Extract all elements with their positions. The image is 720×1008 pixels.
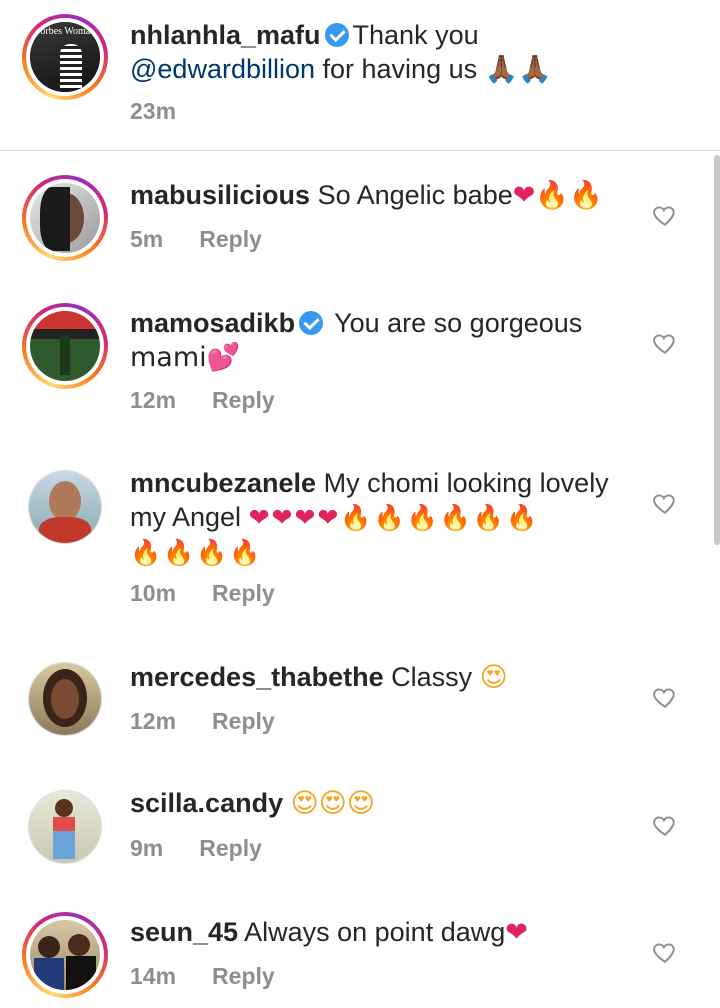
comment-text: My chomi looking lovely: [323, 468, 609, 498]
comment-text-line2: my Angel: [130, 502, 242, 532]
comment-meta: 12m Reply: [130, 708, 275, 735]
avatar[interactable]: [28, 662, 102, 736]
reply-button[interactable]: Reply: [212, 963, 275, 989]
comment: mabusilicious So Angelic babe❤🔥🔥: [130, 178, 630, 213]
divider: [0, 150, 720, 151]
heart-outline-icon[interactable]: [652, 939, 678, 965]
comment-emoji: ❤: [505, 917, 528, 948]
heart-outline-icon[interactable]: [652, 330, 678, 356]
caption-username[interactable]: nhlanhla_mafu: [130, 20, 321, 50]
verified-badge-icon: [324, 23, 349, 47]
comment: scilla.candy 😍😍😍: [130, 786, 630, 821]
timestamp: 12m: [130, 708, 177, 734]
mention-link[interactable]: @edwardbillion: [130, 54, 315, 84]
heart-outline-icon[interactable]: [652, 684, 678, 710]
caption-meta: 23m: [130, 98, 176, 125]
caption-body-rest: for having us 🙏🏾🙏🏾: [315, 54, 552, 84]
timestamp: 12m: [130, 387, 177, 413]
timestamp: 14m: [130, 963, 177, 989]
comment: mamosadikb You are so gorgeous mami💕: [130, 306, 630, 375]
heart-outline-icon[interactable]: [652, 202, 678, 228]
comment-meta: 14m Reply: [130, 963, 275, 990]
comment: mncubezanele My chomi looking lovely my …: [130, 466, 640, 570]
caption-avatar[interactable]: Forbes Woman: [22, 14, 108, 100]
comment-username[interactable]: mercedes_thabethe: [130, 662, 384, 692]
comment-username[interactable]: seun_45: [130, 917, 238, 947]
comment-emoji: ❤🔥🔥: [512, 180, 603, 211]
comment-meta: 9m Reply: [130, 835, 262, 862]
comment: mercedes_thabethe Classy 😍: [130, 660, 630, 695]
comment-username[interactable]: mabusilicious: [130, 180, 310, 210]
comment-username[interactable]: scilla.candy: [130, 788, 283, 818]
reply-button[interactable]: Reply: [212, 708, 275, 734]
timestamp: 9m: [130, 835, 164, 861]
comment: seun_45 Always on point dawg❤: [130, 915, 630, 950]
verified-badge-icon: [299, 311, 324, 335]
timestamp: 5m: [130, 226, 164, 252]
avatar[interactable]: [28, 470, 102, 544]
comment-text: So Angelic babe: [317, 180, 513, 210]
comment-username[interactable]: mncubezanele: [130, 468, 316, 498]
comment-meta: 10m Reply: [130, 580, 275, 607]
comment-text: You are so gorgeous: [334, 308, 583, 338]
heart-outline-icon[interactable]: [652, 812, 678, 838]
comment-emoji: ❤❤❤❤🔥🔥🔥🔥🔥🔥: [248, 503, 540, 532]
caption-body: Thank you: [352, 20, 479, 50]
timestamp: 10m: [130, 580, 177, 606]
comment-emoji: 😍😍😍: [290, 788, 376, 819]
comment-text: Always on point dawg: [244, 917, 506, 947]
comment-meta: 5m Reply: [130, 226, 262, 253]
avatar[interactable]: [22, 912, 108, 998]
reply-button[interactable]: Reply: [199, 226, 262, 252]
magazine-cover-text: Forbes Woman: [34, 26, 96, 37]
comment-meta: 12m Reply: [130, 387, 275, 414]
heart-outline-icon[interactable]: [652, 490, 678, 516]
comment-emoji-line3: 🔥🔥🔥🔥: [130, 538, 263, 567]
avatar[interactable]: [22, 303, 108, 389]
comment-text: Classy: [391, 662, 473, 692]
comment-username[interactable]: mamosadikb: [130, 308, 295, 338]
scrollbar[interactable]: [714, 155, 720, 545]
reply-button[interactable]: Reply: [212, 580, 275, 606]
avatar[interactable]: [22, 175, 108, 261]
reply-button[interactable]: Reply: [199, 835, 262, 861]
reply-button[interactable]: Reply: [212, 387, 275, 413]
comment-emoji: 😍: [479, 662, 508, 693]
timestamp: 23m: [130, 98, 177, 124]
avatar[interactable]: [28, 790, 102, 864]
comment-text-line2: mami💕: [130, 342, 241, 373]
caption-text: nhlanhla_mafu Thank you @edwardbillion fo…: [130, 18, 690, 86]
